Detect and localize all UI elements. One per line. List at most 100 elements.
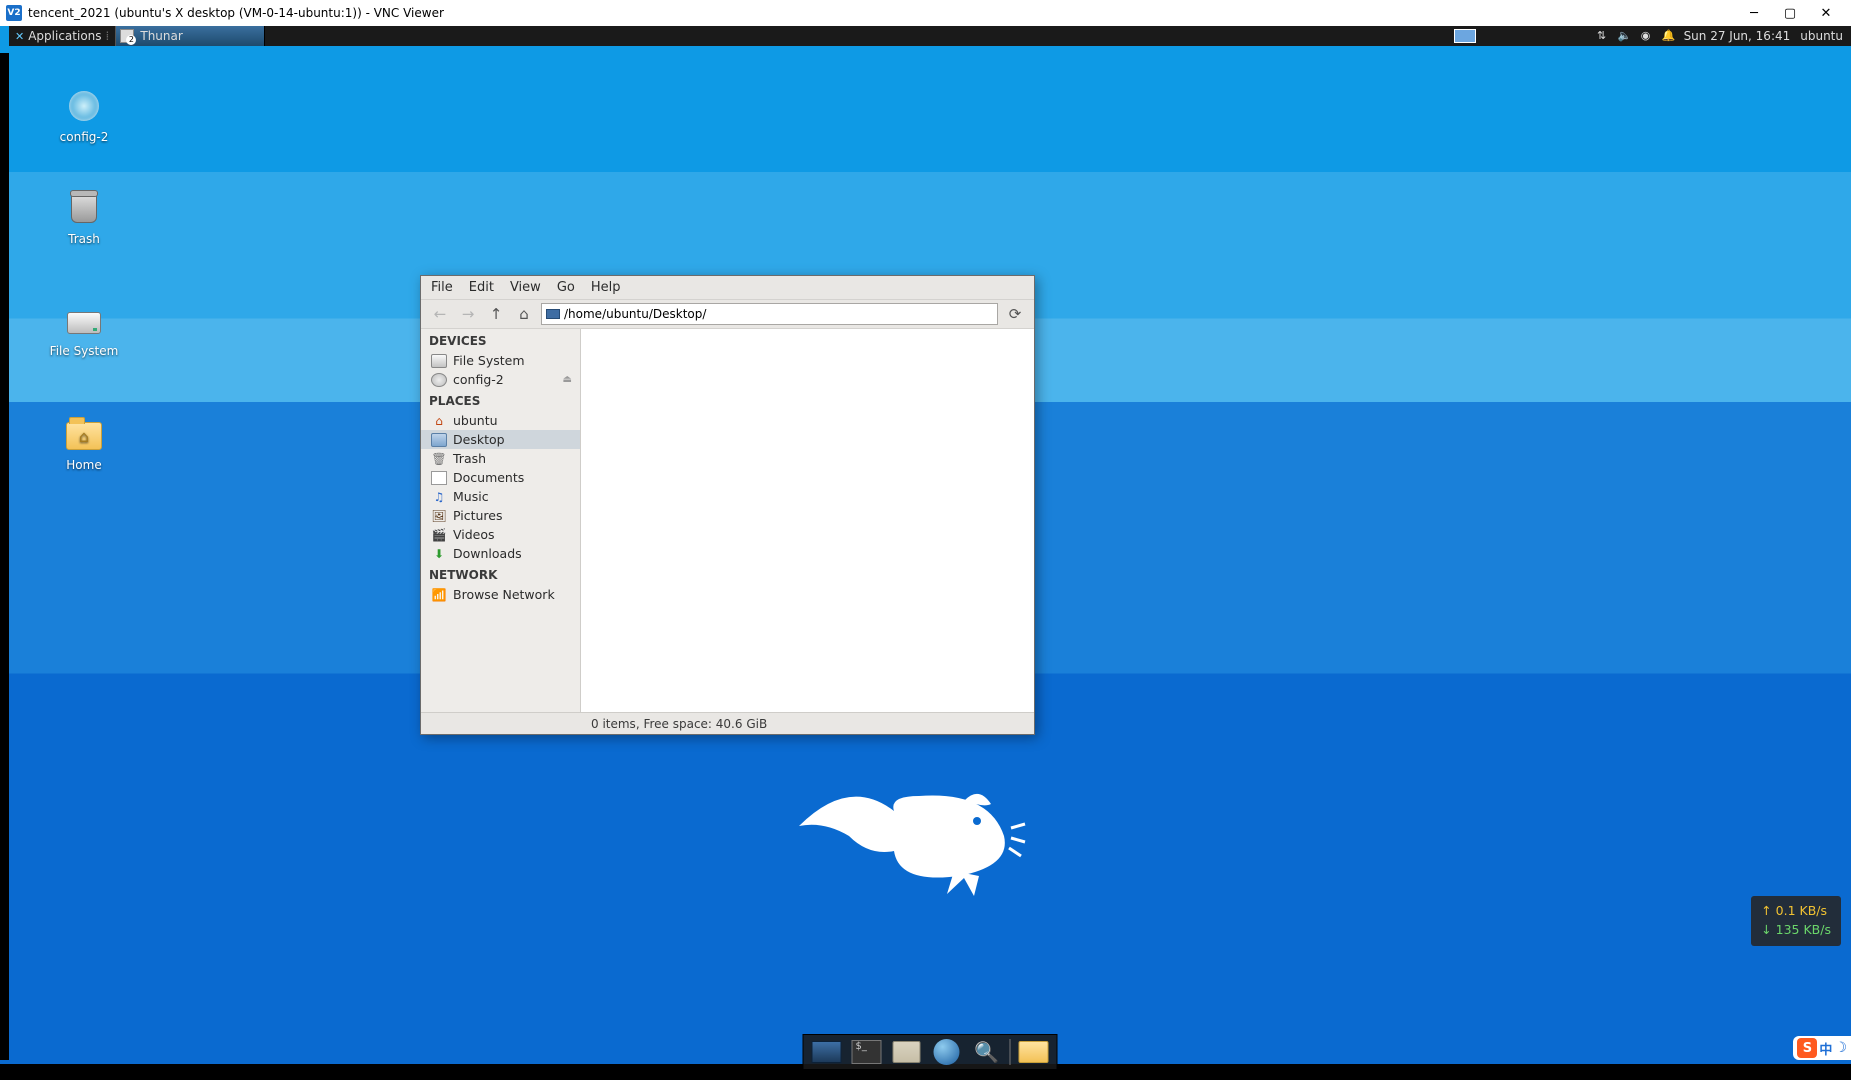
trash-icon: 🗑	[431, 452, 447, 466]
music-icon: ♫	[431, 490, 447, 504]
session-user[interactable]: ubuntu	[1800, 29, 1843, 43]
desktop-icon-config2-label: config-2	[39, 130, 129, 144]
section-devices: DEVICES	[421, 329, 580, 351]
dock-web-browser[interactable]	[930, 1038, 964, 1066]
menu-separator: ⁞	[106, 29, 110, 43]
applications-label: Applications	[28, 29, 101, 43]
dock-show-desktop[interactable]	[810, 1038, 844, 1066]
eject-icon[interactable]: ⏏	[563, 374, 572, 385]
sidebar-item-label: Browse Network	[453, 587, 555, 602]
sidebar-item-label: config-2	[453, 372, 504, 387]
sidebar-item-label: ubuntu	[453, 413, 498, 428]
volume-icon[interactable]: 🔈	[1618, 30, 1630, 42]
sidebar-item-filesystem[interactable]: File System	[421, 351, 580, 370]
path-input[interactable]	[564, 307, 993, 321]
drive-icon	[431, 354, 447, 368]
applications-menu[interactable]: ✕ Applications ⁞	[9, 26, 115, 46]
system-tray: ⇅ 🔈 ◉ 🔔 Sun 27 Jun, 16:41 ubuntu	[1454, 29, 1851, 43]
thunar-task-icon	[120, 29, 134, 43]
sidebar-item-documents[interactable]: Documents	[421, 468, 580, 487]
sidebar-item-desktop[interactable]: Desktop	[421, 430, 580, 449]
section-places: PLACES	[421, 389, 580, 411]
videos-icon: 🎬	[431, 528, 447, 542]
menu-go[interactable]: Go	[557, 280, 575, 295]
home-icon: ⌂	[431, 414, 447, 428]
taskbar-thunar-label: Thunar	[140, 29, 182, 43]
sidebar-item-label: File System	[453, 353, 525, 368]
sidebar-item-label: Documents	[453, 470, 524, 485]
desktop-icon-trash[interactable]: Trash	[39, 190, 129, 246]
dock-separator	[1010, 1039, 1011, 1065]
thunar-statusbar: 0 items, Free space: 40.6 GiB	[421, 712, 1034, 734]
reload-button[interactable]: ⟳	[1004, 303, 1026, 325]
path-folder-icon	[546, 309, 560, 319]
window-title: tencent_2021 (ubuntu's X desktop (VM-0-1…	[28, 6, 444, 20]
sidebar-item-music[interactable]: ♫ Music	[421, 487, 580, 506]
sogou-logo-icon: S	[1797, 1038, 1817, 1058]
thunar-sidebar: DEVICES File System config-2 ⏏ PLACES ⌂ …	[421, 329, 581, 712]
vnc-border-left	[0, 53, 9, 1060]
netspeed-down: ↓ 135 KB/s	[1761, 921, 1831, 940]
xfce-top-panel: ✕ Applications ⁞ Thunar ⇅ 🔈 ◉ 🔔 Sun 27 J…	[9, 26, 1851, 46]
sidebar-item-trash[interactable]: 🗑 Trash	[421, 449, 580, 468]
sidebar-item-label: Videos	[453, 527, 495, 542]
workspace-indicator[interactable]	[1454, 29, 1476, 43]
section-network: NETWORK	[421, 563, 580, 585]
downloads-icon: ⬇	[431, 547, 447, 561]
sidebar-item-label: Desktop	[453, 432, 505, 447]
desktop-icon-config2[interactable]: config-2	[39, 88, 129, 144]
dock-app-finder[interactable]: 🔍	[970, 1038, 1004, 1066]
status-text: 0 items, Free space: 40.6 GiB	[591, 717, 767, 731]
nav-forward-button[interactable]: →	[457, 303, 479, 325]
power-icon[interactable]: ◉	[1640, 30, 1652, 42]
ime-indicator[interactable]: S 中 ☽	[1793, 1036, 1851, 1060]
network-icon[interactable]: ⇅	[1596, 30, 1608, 42]
pictures-icon: 🖼	[431, 509, 447, 523]
ime-lang: 中	[1819, 1039, 1832, 1058]
clock[interactable]: Sun 27 Jun, 16:41	[1684, 29, 1791, 43]
thunar-toolbar: ← → ↑ ⌂ ⟳	[421, 299, 1034, 329]
sidebar-item-label: Music	[453, 489, 489, 504]
sidebar-item-videos[interactable]: 🎬 Videos	[421, 525, 580, 544]
dock-home-folder[interactable]	[1017, 1038, 1051, 1066]
desktop-icon-trash-label: Trash	[39, 232, 129, 246]
netspeed-up: ↑ 0.1 KB/s	[1761, 902, 1831, 921]
taskbar-thunar[interactable]: Thunar	[115, 26, 265, 46]
sidebar-item-label: Trash	[453, 451, 486, 466]
menu-file[interactable]: File	[431, 280, 453, 295]
minimize-button[interactable]: ─	[1745, 6, 1763, 21]
dock-file-manager[interactable]	[890, 1038, 924, 1066]
path-entry[interactable]	[541, 303, 998, 325]
desktop-icon-home[interactable]: Home	[39, 416, 129, 472]
desktop-icon-filesystem[interactable]: File System	[39, 302, 129, 358]
menu-edit[interactable]: Edit	[469, 280, 494, 295]
sidebar-item-browse-network[interactable]: 📶 Browse Network	[421, 585, 580, 604]
desktop-icon-filesystem-label: File System	[39, 344, 129, 358]
nav-back-button[interactable]: ←	[429, 303, 451, 325]
disc-icon	[431, 373, 447, 387]
remote-desktop: ✕ Applications ⁞ Thunar ⇅ 🔈 ◉ 🔔 Sun 27 J…	[0, 26, 1851, 1070]
xfce-mouse-icon	[779, 766, 1059, 906]
thunar-content-pane[interactable]	[581, 329, 1034, 712]
nav-up-button[interactable]: ↑	[485, 303, 507, 325]
nav-home-button[interactable]: ⌂	[513, 303, 535, 325]
netspeed-widget: ↑ 0.1 KB/s ↓ 135 KB/s	[1751, 896, 1841, 946]
maximize-button[interactable]: ▢	[1781, 6, 1799, 21]
menu-help[interactable]: Help	[591, 280, 621, 295]
xfce-dock: $_ 🔍	[803, 1034, 1058, 1070]
dock-terminal[interactable]: $_	[850, 1038, 884, 1066]
thunar-window: File Edit View Go Help ← → ↑ ⌂ ⟳ DEVICES	[420, 275, 1035, 735]
sidebar-item-downloads[interactable]: ⬇ Downloads	[421, 544, 580, 563]
disc-icon	[69, 91, 99, 121]
sidebar-item-ubuntu[interactable]: ⌂ ubuntu	[421, 411, 580, 430]
thunar-menubar: File Edit View Go Help	[421, 276, 1034, 299]
close-button[interactable]: ✕	[1817, 6, 1835, 21]
sidebar-item-label: Downloads	[453, 546, 522, 561]
sidebar-item-config2[interactable]: config-2 ⏏	[421, 370, 580, 389]
trash-icon	[71, 193, 97, 223]
notification-icon[interactable]: 🔔	[1662, 30, 1674, 42]
menu-view[interactable]: View	[510, 280, 541, 295]
sidebar-item-pictures[interactable]: 🖼 Pictures	[421, 506, 580, 525]
moon-icon: ☽	[1834, 1040, 1847, 1056]
document-icon	[431, 471, 447, 485]
